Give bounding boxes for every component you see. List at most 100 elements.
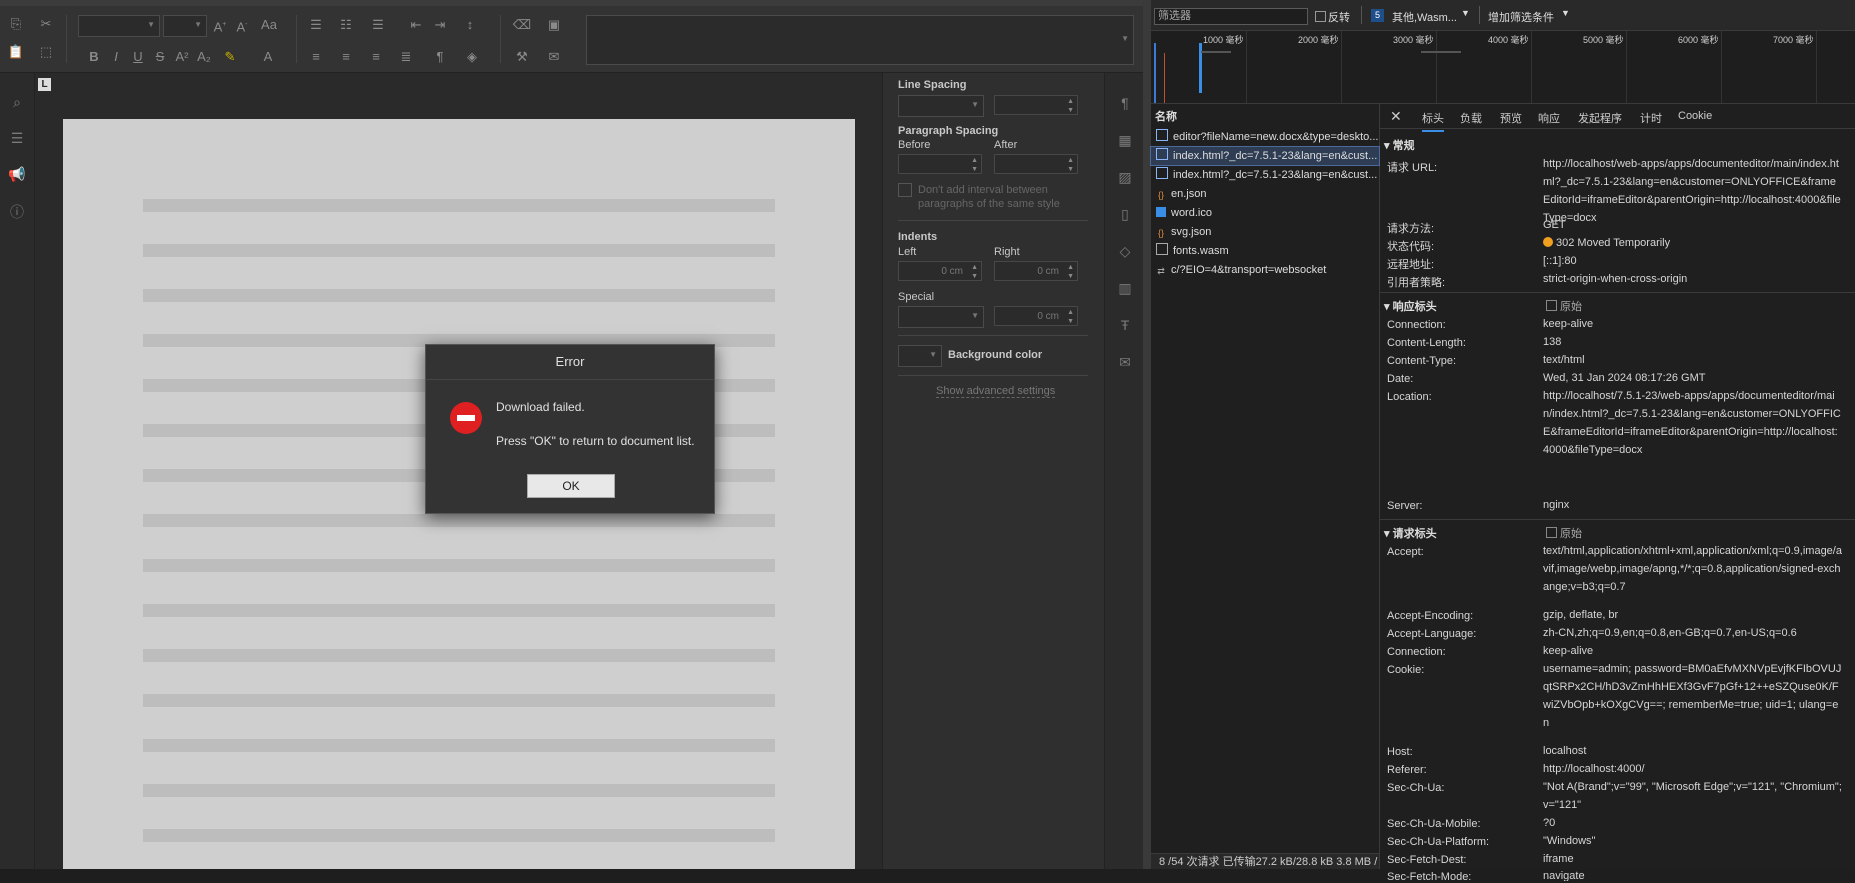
superscript-icon[interactable]: A² [172,47,192,67]
request-row[interactable]: {} svg.json [1151,223,1379,241]
align-right-icon[interactable]: ≡ [366,47,386,67]
tab-headers[interactable]: 标头 [1422,110,1444,132]
subscript-icon[interactable]: A₂ [194,47,214,67]
mail-merge-icon[interactable]: ✉ [1115,352,1135,372]
align-center-icon[interactable]: ≡ [336,47,356,67]
search-icon[interactable]: ⌕ [8,93,26,111]
header-footer-icon[interactable]: ▯ [1115,204,1135,224]
spinner-arrows-icon[interactable]: ▲ ▼ [971,263,978,281]
highlight-color-icon[interactable]: ✎ [220,47,240,67]
raw-toggle[interactable]: 原始 [1546,298,1582,314]
type-filter-dropdown[interactable]: 其他,Wasm... [1392,9,1457,25]
text-art-icon[interactable]: Ŧ [1115,315,1135,335]
underline-icon[interactable]: U [128,47,148,67]
text-placeholder-line [143,784,775,797]
raw-checkbox[interactable] [1546,300,1557,311]
mail-merge-icon[interactable]: ✉ [544,47,564,67]
request-row[interactable]: ⇄ c/?EIO=4&transport=websocket [1151,261,1379,279]
navigation-icon[interactable]: ☰ [8,129,26,147]
special-indent-combo[interactable]: ▼ [898,306,984,328]
request-row[interactable]: word.ico [1151,204,1379,222]
bullet-list-icon[interactable]: ☰ [306,15,326,35]
feedback-icon[interactable]: 📢 [8,165,26,183]
select-all-icon[interactable]: ⬚ [36,42,56,62]
spacing-after-input[interactable]: ▲ ▼ [994,154,1078,174]
chevron-down-icon[interactable]: ▼ [1561,8,1570,18]
spinner-arrows-icon[interactable]: ▲ ▼ [971,156,978,174]
ok-button[interactable]: OK [527,474,615,498]
indent-right-input[interactable]: 0 cm ▲ ▼ [994,261,1078,281]
font-name-combo[interactable]: ▼ [78,15,160,37]
spinner-arrows-icon[interactable]: ▲ ▼ [1067,97,1074,115]
spinner-arrows-icon[interactable]: ▲ ▼ [1067,263,1074,281]
increase-font-icon[interactable]: A+ [210,15,230,35]
decrease-indent-icon[interactable]: ⇤ [406,15,426,35]
request-row[interactable]: {} en.json [1151,185,1379,203]
image-settings-icon[interactable]: ▨ [1115,167,1135,187]
chevron-down-icon[interactable]: ▼ [1461,8,1470,18]
paragraph-settings-icon[interactable]: ¶ [1115,93,1135,113]
increase-indent-icon[interactable]: ⇥ [430,15,450,35]
request-headers-section-header[interactable]: ▾ 请求标头 [1384,525,1437,541]
cut-icon[interactable]: ✂ [36,14,56,34]
general-section-header[interactable]: ▾ 常规 [1384,137,1415,153]
line-spacing-icon[interactable]: ↕ [460,15,480,35]
special-indent-input[interactable]: 0 cm ▲ ▼ [994,306,1078,326]
request-row[interactable]: fonts.wasm [1151,242,1379,260]
tab-stop-selector[interactable]: L [38,78,51,91]
justify-icon[interactable]: ≣ [396,47,416,67]
font-size-combo[interactable]: ▼ [163,15,207,37]
response-headers-section-header[interactable]: ▾ 响应标头 [1384,298,1437,314]
tab-cookie[interactable]: Cookie [1678,110,1712,122]
header-value: navigate [1543,870,1585,881]
tab-preview[interactable]: 预览 [1500,110,1522,126]
shading-icon[interactable]: ◈ [462,47,482,67]
bold-icon[interactable]: B [84,47,104,67]
request-row-selected[interactable]: index.html?_dc=7.5.1-23&lang=en&cust... [1150,146,1380,166]
strikethrough-icon[interactable]: S [150,47,170,67]
about-icon[interactable]: ⓘ [8,203,26,221]
raw-checkbox[interactable] [1546,527,1557,538]
numbered-list-icon[interactable]: ☷ [336,15,356,35]
tab-payload[interactable]: 负载 [1460,110,1482,126]
special-label: Special [898,291,935,303]
spinner-arrows-icon[interactable]: ▲ ▼ [1067,156,1074,174]
network-timeline-overview[interactable]: 1000 毫秒 2000 毫秒 3000 毫秒 4000 毫秒 5000 毫秒 … [1151,31,1855,104]
invert-checkbox[interactable] [1315,11,1326,22]
close-icon[interactable]: ✕ [1390,108,1402,125]
request-row[interactable]: editor?fileName=new.docx&type=deskto... [1151,128,1379,146]
copy-style-icon[interactable]: ⚒ [512,47,532,67]
tab-timing[interactable]: 计时 [1640,110,1662,126]
copy-icon[interactable]: ⎘ [6,14,26,34]
italic-icon[interactable]: I [106,47,126,67]
request-row[interactable]: index.html?_dc=7.5.1-23&lang=en&cust... [1151,166,1379,184]
line-spacing-type-combo[interactable]: ▼ [898,95,984,117]
spacing-before-input[interactable]: ▲ ▼ [898,154,982,174]
background-color-picker[interactable]: ▼ [898,345,942,367]
raw-toggle[interactable]: 原始 [1546,525,1582,541]
window-splitter[interactable] [1143,0,1151,869]
font-color-icon[interactable]: A [258,47,278,67]
show-advanced-settings-link[interactable]: Show advanced settings [936,385,1056,398]
decrease-font-icon[interactable]: A- [232,15,252,35]
filter-input[interactable]: 筛选器 [1154,8,1308,25]
name-column-header[interactable]: 名称 [1155,108,1177,124]
spinner-arrows-icon[interactable]: ▲ ▼ [1067,308,1074,326]
line-spacing-value-input[interactable]: ▲ ▼ [994,95,1078,115]
styles-gallery[interactable]: ▼ [586,15,1134,65]
change-case-icon[interactable]: Aa [256,15,282,35]
indent-left-input[interactable]: 0 cm ▲ ▼ [898,261,982,281]
more-filters-dropdown[interactable]: 增加筛选条件 [1488,9,1554,25]
table-settings-icon[interactable]: ▦ [1115,130,1135,150]
tab-response[interactable]: 响应 [1538,110,1560,126]
align-left-icon[interactable]: ≡ [306,47,326,67]
chart-settings-icon[interactable]: ▥ [1115,278,1135,298]
color-scheme-icon[interactable]: ▣ [544,15,564,35]
dont-add-interval-checkbox[interactable] [898,183,912,197]
shape-settings-icon[interactable]: ◇ [1115,241,1135,261]
tab-initiator[interactable]: 发起程序 [1578,110,1622,126]
multilevel-list-icon[interactable]: ☰ [368,15,388,35]
paragraph-marks-icon[interactable]: ¶ [430,47,450,67]
paste-icon[interactable]: 📋 [6,42,26,62]
clear-style-icon[interactable]: ⌫ [512,15,532,35]
